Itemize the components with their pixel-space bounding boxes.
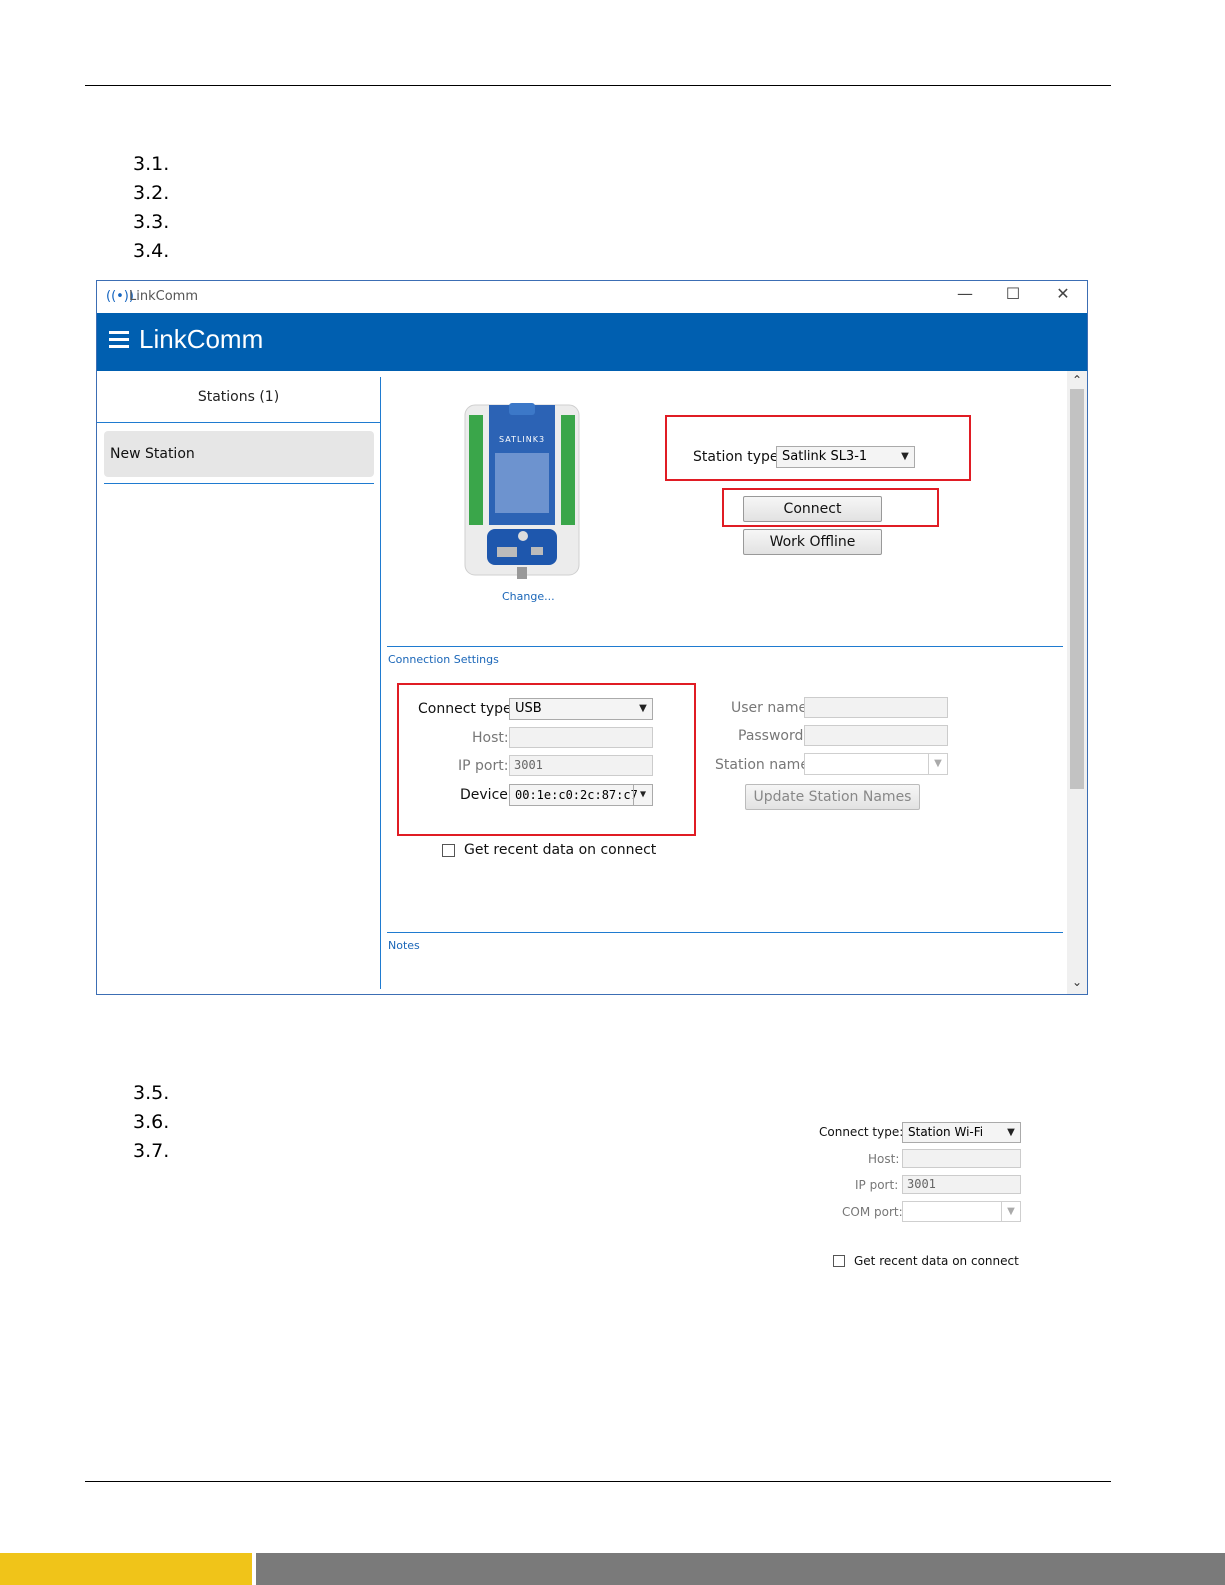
step-3-1: 3.1. (133, 153, 170, 175)
connect-type-dropdown[interactable]: USB ▼ (509, 698, 653, 720)
wifi-host-label: Host: (868, 1152, 900, 1166)
recent-data-label: Get recent data on connect (464, 842, 657, 858)
device-value: 00:1e:c0:2c:87:c7 (515, 788, 638, 802)
station-type-value: Satlink SL3-1 (782, 449, 868, 464)
chevron-down-icon: ▼ (1007, 1127, 1015, 1138)
update-station-names-button[interactable]: Update Station Names (745, 784, 920, 810)
scroll-down-icon[interactable]: ⌄ (1067, 975, 1087, 989)
footer-yellow-bar (0, 1553, 252, 1585)
step-3-3: 3.3. (133, 211, 170, 233)
footer-rule (85, 1481, 1111, 1482)
wifi-connection-panel: Connect type: Station Wi-Fi ▼ Host: IP p… (800, 1115, 1040, 1285)
stations-sidebar: Stations (1) New Station (97, 371, 380, 994)
wifi-connect-type-dropdown[interactable]: Station Wi-Fi ▼ (902, 1122, 1021, 1143)
step-3-7: 3.7. (133, 1140, 170, 1162)
work-offline-button[interactable]: Work Offline (743, 529, 882, 555)
station-name-label: Station name: (715, 757, 814, 773)
window-title: LinkComm (129, 289, 198, 304)
change-device-link[interactable]: Change... (502, 590, 555, 603)
station-underline (104, 483, 374, 484)
footer-gray-bar (256, 1553, 1225, 1585)
connection-settings-rule (387, 646, 1063, 647)
host-input[interactable] (509, 727, 653, 748)
stations-header: Stations (1) (197, 389, 280, 405)
chevron-down-icon: ▼ (639, 703, 647, 714)
minimize-button[interactable]: — (945, 284, 985, 303)
chevron-down-icon: ▼ (633, 785, 652, 805)
station-name-dropdown[interactable]: ▼ (804, 753, 948, 775)
chevron-down-icon: ▼ (1001, 1202, 1020, 1221)
user-name-input[interactable] (804, 697, 948, 718)
sidebar-separator (97, 422, 380, 423)
station-type-dropdown[interactable]: Satlink SL3-1 ▼ (776, 446, 915, 468)
app-bar: LinkComm (97, 313, 1087, 371)
app-title: LinkComm (139, 324, 264, 354)
maximize-button[interactable]: ☐ (993, 284, 1033, 303)
vertical-scrollbar[interactable]: ⌃ ⌄ (1067, 371, 1087, 994)
step-3-2: 3.2. (133, 182, 170, 204)
wifi-recent-data-label: Get recent data on connect (854, 1254, 1019, 1268)
device-brand-label: SATLINK3 (499, 435, 546, 444)
wifi-ip-port-label: IP port: (855, 1178, 899, 1192)
wifi-com-port-dropdown[interactable]: ▼ (902, 1201, 1021, 1222)
ip-port-label: IP port: (458, 758, 509, 774)
connect-type-label: Connect type: (418, 701, 517, 717)
device-dropdown[interactable]: 00:1e:c0:2c:87:c7 ▼ (509, 784, 653, 806)
wifi-host-input[interactable] (902, 1149, 1021, 1168)
wifi-recent-data-checkbox[interactable] (833, 1255, 845, 1267)
step-3-4: 3.4. (133, 240, 170, 262)
wifi-com-port-label: COM port: (842, 1205, 903, 1219)
recent-data-checkbox[interactable] (442, 844, 455, 857)
linkcomm-window: ((•)) LinkComm — ☐ ✕ LinkComm Stations (… (96, 280, 1088, 995)
header-rule (85, 85, 1111, 86)
chevron-down-icon: ▼ (901, 451, 909, 462)
chevron-down-icon: ▼ (928, 754, 947, 774)
hamburger-menu-icon[interactable] (109, 331, 129, 351)
station-type-label: Station type: (693, 449, 784, 465)
scroll-up-icon[interactable]: ⌃ (1067, 373, 1087, 387)
station-item-new-station[interactable]: New Station (104, 431, 374, 477)
wifi-connect-type-label: Connect type: (819, 1125, 904, 1139)
title-bar: ((•)) LinkComm — ☐ ✕ (97, 281, 1087, 313)
connect-button[interactable]: Connect (743, 496, 882, 522)
notes-title: Notes (388, 939, 420, 952)
notes-rule (387, 932, 1063, 933)
password-input[interactable] (804, 725, 948, 746)
step-3-6: 3.6. (133, 1111, 170, 1133)
satlink-device-image (464, 403, 580, 579)
password-label: Password: (738, 728, 809, 744)
connection-settings-title: Connection Settings (388, 653, 499, 666)
wifi-connect-type-value: Station Wi-Fi (908, 1125, 984, 1139)
wifi-ip-port-input[interactable]: 3001 (902, 1175, 1021, 1194)
device-label: Device: (460, 787, 513, 803)
step-3-5: 3.5. (133, 1082, 170, 1104)
close-button[interactable]: ✕ (1043, 284, 1083, 303)
user-name-label: User name: (731, 700, 812, 716)
host-label: Host: (472, 730, 509, 746)
ip-port-input[interactable]: 3001 (509, 755, 653, 776)
connect-type-value: USB (515, 701, 542, 716)
panel-divider (380, 377, 381, 989)
scrollbar-thumb[interactable] (1070, 389, 1084, 789)
